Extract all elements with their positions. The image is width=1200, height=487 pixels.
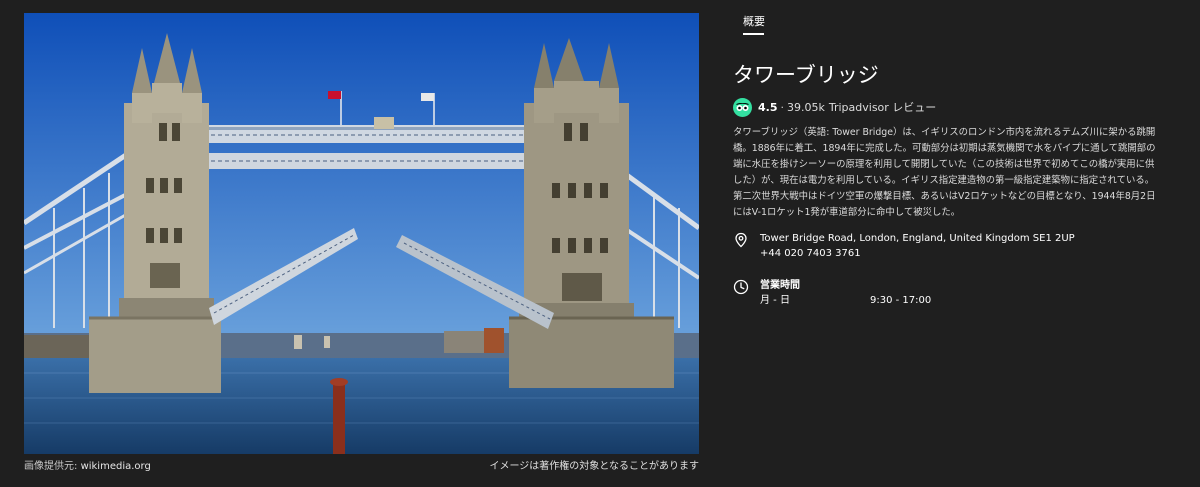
rating-row[interactable]: 4.5 · 39.05k Tripadvisor レビュー (733, 97, 936, 117)
hours-day: 月 - 日 (760, 295, 790, 306)
rating-separator: · (780, 100, 785, 114)
tower-bridge-illustration (24, 13, 699, 454)
image-credit: 画像提供元: wikimedia.org (24, 460, 151, 474)
tab-active-indicator (743, 33, 764, 35)
hours-detail: 営業時間 月 - 日 9:30 - 17:00 (733, 278, 931, 308)
clock-icon (733, 279, 749, 295)
tab-overview[interactable]: 概要 (743, 13, 765, 29)
review-count: 39.05k (787, 100, 825, 114)
image-credit-row: 画像提供元: wikimedia.org イメージは著作権の対象となることがあり… (24, 460, 699, 474)
copyright-notice: イメージは著作権の対象となることがあります (489, 461, 700, 472)
place-title: タワーブリッジ (733, 63, 879, 87)
address-detail: Tower Bridge Road, London, England, Unit… (733, 231, 1075, 261)
tripadvisor-logo-icon (733, 97, 752, 117)
phone-number[interactable]: +44 020 7403 3761 (760, 246, 1075, 261)
address-text[interactable]: Tower Bridge Road, London, England, Unit… (760, 231, 1075, 246)
tripadvisor-reviews-link[interactable]: Tripadvisor レビュー (829, 99, 936, 115)
credit-source-link[interactable]: wikimedia.org (81, 461, 151, 472)
info-panel: 概要 タワーブリッジ 4.5 · 39.05k Tripadvisor レビュー… (733, 0, 1173, 487)
hours-title: 営業時間 (760, 280, 800, 291)
hours-time: 9:30 - 17:00 (870, 295, 932, 306)
hours-row: 月 - 日 9:30 - 17:00 (760, 293, 931, 308)
rating-score: 4.5 (758, 100, 778, 114)
credit-label: 画像提供元: (24, 461, 81, 472)
place-description: タワーブリッジ（英語: Tower Bridge）は、イギリスのロンドン市内を流… (733, 127, 1156, 218)
location-pin-icon (735, 232, 747, 248)
tower-bridge-photo[interactable] (24, 13, 699, 454)
